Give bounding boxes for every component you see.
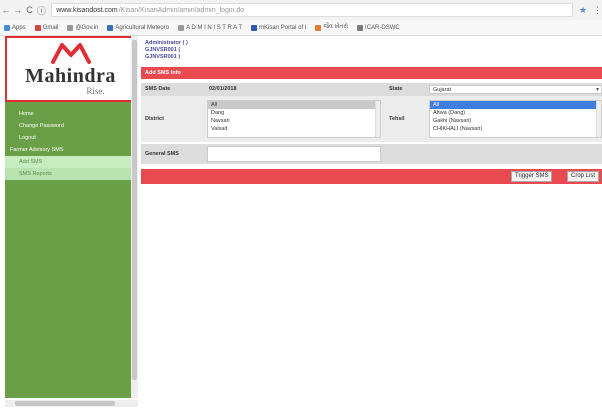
tehsil-listbox-scrollbar[interactable] <box>596 101 601 137</box>
sidebar-item-logout[interactable]: Logout <box>5 132 136 144</box>
url-field[interactable]: www.kisandost.com /Kisan/KisanAdmin/amin… <box>51 3 573 17</box>
bookmark-item[interactable]: mKisan Portal of I <box>251 24 307 31</box>
tehsil-option[interactable]: CHIKHALI (Navsari) <box>430 125 601 133</box>
bookmarks-bar: Apps Gmail @Gov.in Agricultural Meteoro A D … <box>0 20 602 36</box>
bookmark-label: @Gov.in <box>75 24 99 31</box>
district-listbox[interactable]: All Dang Navsari Valsad <box>207 100 381 138</box>
bookmark-label: Gmail <box>42 24 59 31</box>
address-bar: ← → C ⓘ www.kisandost.com /Kisan/KisanAd… <box>0 0 602 20</box>
bookmark-label: Apps <box>12 24 26 31</box>
general-sms-input[interactable] <box>207 146 381 162</box>
district-listbox-scrollbar[interactable] <box>375 101 380 137</box>
site-info-icon[interactable]: ⓘ <box>35 4 47 17</box>
horizontal-scrollbar[interactable] <box>5 400 138 407</box>
form-row-general-sms: General SMS <box>141 144 602 164</box>
chevron-down-icon: ▾ <box>595 87 599 93</box>
url-host: www.kisandost.com <box>56 6 118 14</box>
form-row-date-state: SMS Date 02/01/2018 State Gujarat ▾ <box>141 83 602 96</box>
user-id-2: GJNVSR001 ) <box>145 54 181 60</box>
crop-list-button[interactable]: Crop List <box>567 171 600 182</box>
state-label: State <box>389 86 403 92</box>
tehsil-option[interactable]: Ahwa (Dang) <box>430 109 601 117</box>
logo-text: Mahindra <box>25 65 116 87</box>
form-row-district-tehsil: District All Dang Navsari Valsad Tehsil All… <box>141 96 602 142</box>
sidebar-item-home[interactable]: Home <box>5 108 136 120</box>
reload-icon[interactable]: C <box>24 5 36 15</box>
sidebar-item-change-password[interactable]: Change Password <box>5 120 136 132</box>
sms-date-label: SMS Date <box>145 86 171 92</box>
bookmark-favicon-icon <box>357 24 364 31</box>
back-icon[interactable]: ← <box>0 5 12 15</box>
sms-date-value[interactable]: 02/01/2018 <box>209 86 237 92</box>
bookmark-item[interactable]: Apps <box>4 24 26 31</box>
mahindra-logo: Mahindra Rise. <box>5 36 136 102</box>
tehsil-option[interactable]: All <box>430 101 601 109</box>
horizontal-scrollbar-thumb[interactable] <box>15 401 115 406</box>
bookmark-item[interactable]: Gmail <box>34 24 59 31</box>
sidebar-item-sms-reports[interactable]: SMS Reports <box>5 168 136 180</box>
sidebar-menu: Home Change Password Logout Farmer Advisory… <box>5 108 136 180</box>
bookmark-item[interactable]: જૈવ ખેતરો <box>315 24 348 31</box>
user-info: Administrator ( ) GJNVSR001 ( GJNVSR001 … <box>145 40 188 61</box>
bookmark-item[interactable]: @Gov.in <box>67 24 99 31</box>
bookmark-favicon-icon <box>107 24 114 31</box>
bookmark-label: Agricultural Meteoro <box>115 24 170 31</box>
bookmark-favicon-icon <box>315 24 322 31</box>
district-option[interactable]: Dang <box>208 109 380 117</box>
tehsil-option[interactable]: Gakhi (Navsari) <box>430 117 601 125</box>
bookmark-star-icon[interactable]: ★ <box>579 5 587 16</box>
district-option[interactable]: Navsari <box>208 117 380 125</box>
tehsil-listbox[interactable]: All Ahwa (Dang) Gakhi (Navsari) CHIKHALI (N… <box>429 100 602 138</box>
bookmark-favicon-icon <box>178 24 185 31</box>
state-select-value: Gujarat <box>433 87 452 93</box>
bookmark-favicon-icon <box>34 24 41 31</box>
browser-window: ← → C ⓘ www.kisandost.com /Kisan/KisanAd… <box>0 0 602 412</box>
forward-icon[interactable]: → <box>12 5 24 15</box>
section-header: Add SMS Info <box>141 67 602 79</box>
general-sms-label: General SMS <box>145 151 179 157</box>
district-label: District <box>145 116 164 122</box>
tehsil-label: Tehsil <box>389 116 405 122</box>
bookmark-favicon-icon <box>4 24 10 31</box>
bookmark-label: જૈવ ખેતરો <box>323 24 349 30</box>
url-path: /Kisan/KisanAdmin/amin/admin_login.do <box>118 6 245 14</box>
sidebar-scrollbar-thumb[interactable] <box>132 40 137 380</box>
bookmark-item[interactable]: ICAR-DSWC <box>357 24 400 31</box>
sidebar-item-add-sms[interactable]: Add SMS <box>5 156 136 168</box>
main-panel: Administrator ( ) GJNVSR001 ( GJNVSR001 … <box>141 36 602 412</box>
sidebar-scrollbar[interactable] <box>131 36 138 398</box>
action-bar: Trigger SMS Crop List <box>141 169 602 184</box>
bookmark-favicon-icon <box>251 24 258 31</box>
bookmark-label: mKisan Portal of I <box>259 24 307 31</box>
sidebar-item-farmer-advisory-sms[interactable]: Farmer Advisory SMS <box>5 144 136 156</box>
district-option[interactable]: Valsad <box>208 125 380 133</box>
browser-menu-icon[interactable]: ⋮ <box>593 5 602 16</box>
state-select[interactable]: Gujarat ▾ <box>429 85 602 94</box>
mahindra-logo-mark-icon <box>50 43 91 64</box>
user-role: Administrator ( ) <box>145 40 188 46</box>
bookmark-label: A D M I N I S T R A T <box>186 24 243 31</box>
sidebar: Mahindra Rise. Home Change Password Logout… <box>5 36 136 398</box>
logo-tagline: Rise. <box>86 86 105 96</box>
user-id-1: GJNVSR001 ( <box>145 47 181 53</box>
bookmark-favicon-icon <box>67 24 74 31</box>
page-content: Mahindra Rise. Home Change Password Logout… <box>0 36 602 412</box>
bookmark-item[interactable]: A D M I N I S T R A T <box>178 24 243 31</box>
district-option[interactable]: All <box>208 101 380 109</box>
bookmark-item[interactable]: Agricultural Meteoro <box>107 24 170 31</box>
bookmark-label: ICAR-DSWC <box>365 24 400 31</box>
trigger-sms-button[interactable]: Trigger SMS <box>511 171 553 182</box>
